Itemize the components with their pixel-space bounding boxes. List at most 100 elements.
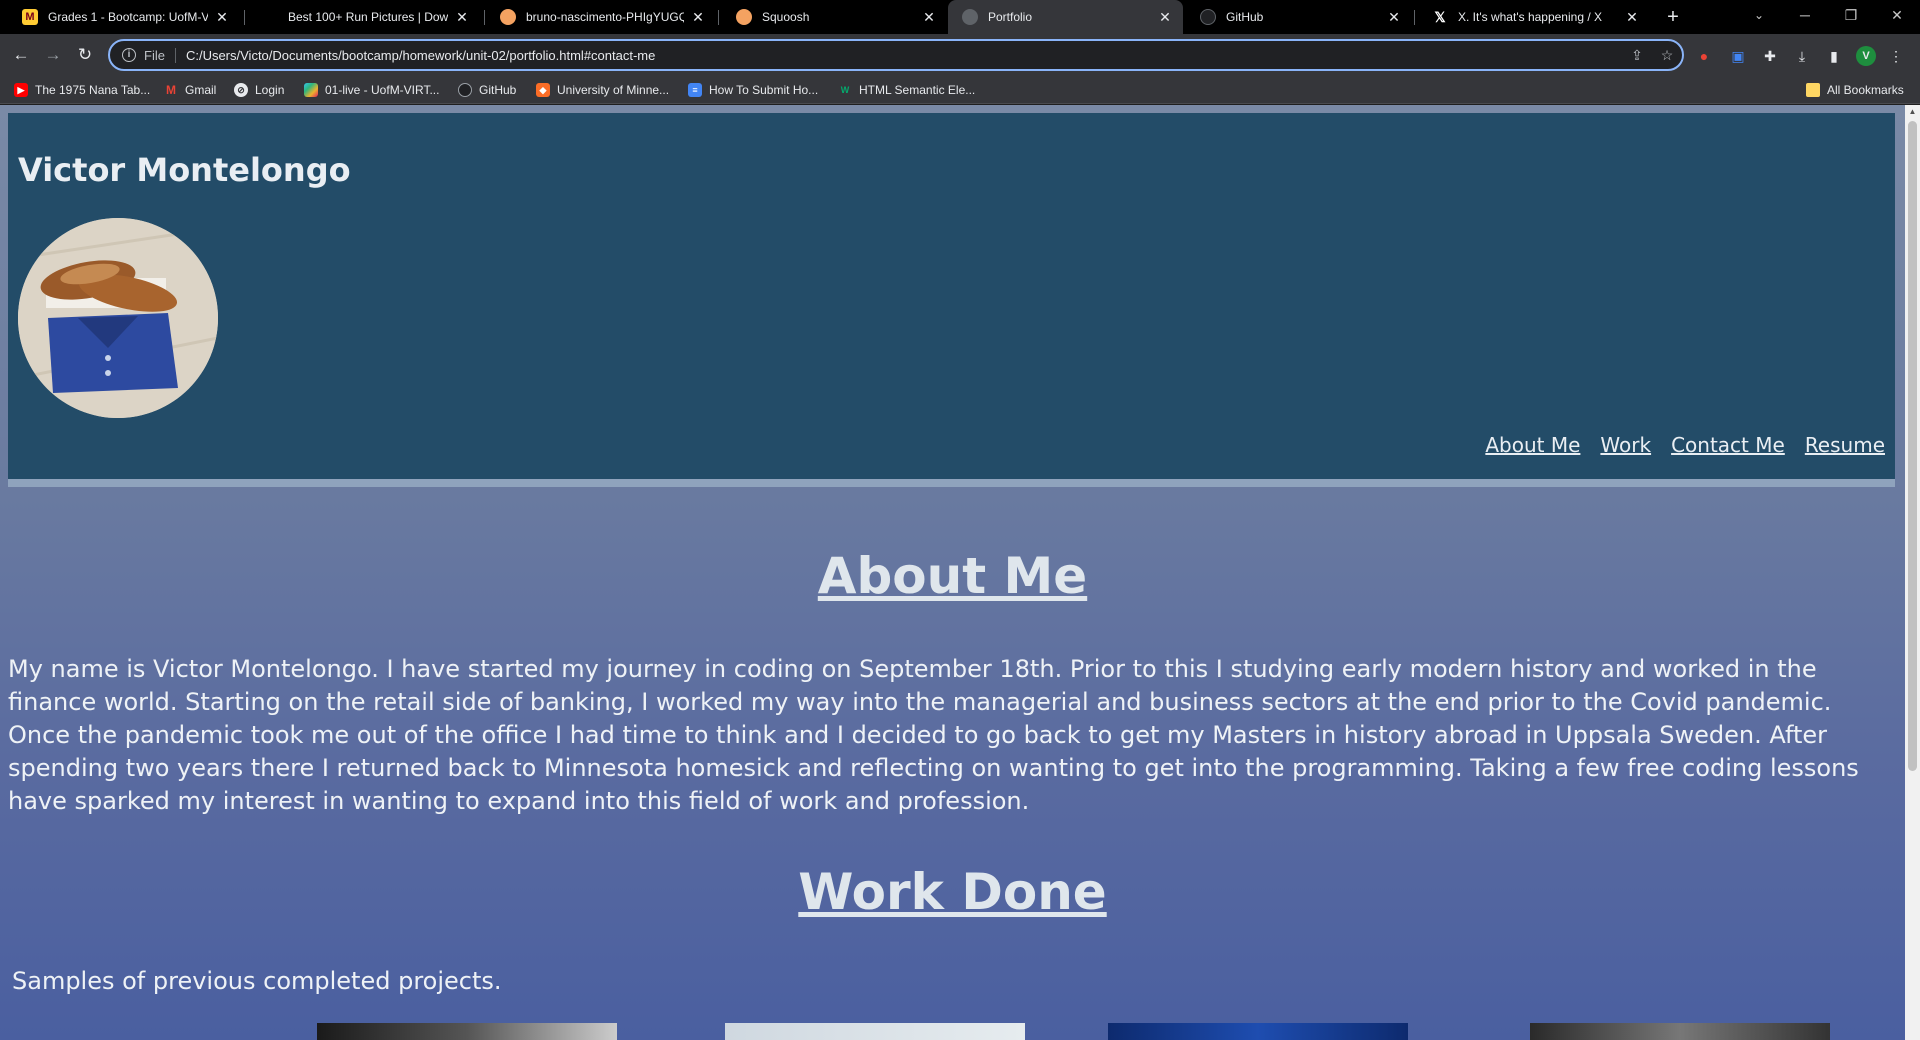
tab-divider bbox=[718, 10, 719, 25]
close-icon[interactable]: ✕ bbox=[454, 9, 470, 26]
work-subtitle: Samples of previous completed projects. bbox=[12, 967, 502, 995]
close-icon[interactable]: ✕ bbox=[214, 9, 230, 26]
bookmark-slack[interactable]: 01-live - UofM-VIRT... bbox=[304, 81, 439, 99]
bookmark-gmail[interactable]: M Gmail bbox=[164, 81, 216, 99]
tab-title: Portfolio bbox=[988, 10, 1033, 24]
all-bookmarks[interactable]: All Bookmarks bbox=[1806, 81, 1904, 99]
project-thumbnail[interactable] bbox=[1108, 1023, 1408, 1040]
gmail-icon: M bbox=[166, 83, 176, 97]
new-tab-button[interactable]: + bbox=[1660, 4, 1686, 30]
bookmark-login[interactable]: ⊘ Login bbox=[234, 81, 284, 99]
profile-avatar[interactable]: V bbox=[1856, 46, 1876, 66]
tab-grades[interactable]: M Grades 1 - Bootcamp: UofM-VIR ✕ bbox=[8, 0, 240, 34]
side-panel-icon[interactable]: ▮ bbox=[1824, 46, 1844, 66]
unsplash-icon bbox=[262, 9, 278, 25]
bookmark-label: Gmail bbox=[185, 83, 217, 97]
menu-kebab-icon[interactable]: ⋮ bbox=[1886, 46, 1906, 66]
tab-title: Best 100+ Run Pictures | Downl bbox=[288, 10, 448, 24]
reload-button[interactable]: ↻ bbox=[72, 43, 98, 69]
bookmark-label: Login bbox=[255, 83, 285, 97]
bookmark-umn[interactable]: ◆ University of Minne... bbox=[536, 81, 669, 99]
folder-icon bbox=[1806, 83, 1820, 97]
login-icon: ⊘ bbox=[234, 83, 248, 97]
tab-portfolio[interactable]: Portfolio ✕ bbox=[948, 0, 1183, 34]
bookmark-how-to-submit[interactable]: ≡ How To Submit Ho... bbox=[688, 81, 818, 99]
bookmark-label: How To Submit Ho... bbox=[709, 83, 819, 97]
tab-bruno[interactable]: bruno-nascimento-PHIgYUGQP ✕ bbox=[486, 0, 716, 34]
tab-divider bbox=[1414, 10, 1415, 25]
main-nav: About Me Work Contact Me Resume bbox=[1485, 433, 1885, 457]
bookmark-label: HTML Semantic Ele... bbox=[859, 83, 976, 97]
bookmark-label: The 1975 Nana Tab... bbox=[35, 83, 151, 97]
restore-button[interactable]: ❐ bbox=[1828, 0, 1874, 30]
tab-title: GitHub bbox=[1226, 10, 1264, 24]
extension-screenshot-icon[interactable]: ▣ bbox=[1728, 46, 1748, 66]
back-button[interactable]: ← bbox=[8, 43, 34, 69]
page-scrollbar[interactable]: ▲ bbox=[1905, 105, 1920, 1040]
github-icon bbox=[458, 83, 472, 97]
extensions-puzzle-icon[interactable]: ✚ bbox=[1760, 46, 1780, 66]
close-icon[interactable]: ✕ bbox=[1624, 9, 1640, 26]
tab-title: bruno-nascimento-PHIgYUGQP bbox=[526, 10, 684, 24]
nav-about-me[interactable]: About Me bbox=[1485, 433, 1580, 457]
project-thumbnail[interactable] bbox=[1530, 1023, 1830, 1040]
bookmark-label: GitHub bbox=[479, 83, 517, 97]
x-icon: 𝕏 bbox=[1434, 9, 1446, 25]
profile-photo bbox=[18, 218, 218, 418]
work-heading: Work Done bbox=[798, 863, 1107, 921]
tab-divider bbox=[484, 10, 485, 25]
about-heading: About Me bbox=[817, 547, 1088, 605]
w3-icon: W bbox=[840, 85, 850, 95]
bookmark-html-semantic[interactable]: W HTML Semantic Ele... bbox=[838, 81, 976, 99]
share-icon[interactable]: ⇪ bbox=[1622, 47, 1652, 64]
docs-icon: ≡ bbox=[688, 83, 702, 97]
address-bar[interactable]: i File C:/Users/Victo/Documents/bootcamp… bbox=[108, 39, 1684, 71]
bookmark-star-icon[interactable]: ☆ bbox=[1652, 47, 1682, 64]
tab-title: X. It's what's happening / X bbox=[1458, 10, 1602, 24]
scroll-up-arrow-icon[interactable]: ▲ bbox=[1905, 105, 1920, 119]
page-viewport: Victor Montelongo About Me Work Contact … bbox=[0, 105, 1905, 1040]
tab-run-pictures[interactable]: Best 100+ Run Pictures | Downl ✕ bbox=[248, 0, 480, 34]
tab-divider bbox=[244, 10, 245, 25]
site-header: Victor Montelongo About Me Work Contact … bbox=[8, 113, 1895, 487]
gitlab-icon: ◆ bbox=[536, 83, 550, 97]
extension-record-icon[interactable]: ● bbox=[1694, 46, 1714, 66]
minimize-button[interactable]: ─ bbox=[1782, 0, 1828, 30]
all-bookmarks-label: All Bookmarks bbox=[1827, 83, 1904, 97]
nav-work[interactable]: Work bbox=[1600, 433, 1651, 457]
scrollbar-thumb[interactable] bbox=[1908, 121, 1917, 771]
project-thumbnail[interactable] bbox=[725, 1023, 1025, 1040]
close-icon[interactable]: ✕ bbox=[1386, 9, 1402, 26]
tab-strip: M Grades 1 - Bootcamp: UofM-VIR ✕ Best 1… bbox=[0, 0, 1920, 34]
site-title: Victor Montelongo bbox=[18, 151, 351, 189]
bookmark-label: 01-live - UofM-VIRT... bbox=[325, 83, 440, 97]
tab-github[interactable]: GitHub ✕ bbox=[1186, 0, 1412, 34]
close-icon[interactable]: ✕ bbox=[1157, 9, 1173, 26]
forward-button[interactable]: → bbox=[40, 43, 66, 69]
project-thumbnail[interactable] bbox=[317, 1023, 617, 1040]
nav-contact-me[interactable]: Contact Me bbox=[1671, 433, 1785, 457]
close-icon[interactable]: ✕ bbox=[921, 9, 937, 26]
browser-toolbar: ← → ↻ i File C:/Users/Victo/Documents/bo… bbox=[0, 34, 1920, 76]
tab-squoosh[interactable]: Squoosh ✕ bbox=[722, 0, 947, 34]
github-icon bbox=[1200, 9, 1216, 25]
bookmark-github[interactable]: GitHub bbox=[458, 81, 516, 99]
download-icon[interactable]: ⤓ bbox=[1792, 46, 1812, 66]
close-window-button[interactable]: ✕ bbox=[1874, 0, 1920, 30]
youtube-icon: ▶ bbox=[14, 83, 28, 97]
url-text[interactable]: C:/Users/Victo/Documents/bootcamp/homewo… bbox=[186, 48, 1622, 63]
tab-search-icon[interactable]: ⌄ bbox=[1736, 0, 1782, 30]
bookmark-1975[interactable]: ▶ The 1975 Nana Tab... bbox=[14, 81, 150, 99]
globe-icon bbox=[962, 9, 978, 25]
tab-x[interactable]: 𝕏 X. It's what's happening / X ✕ bbox=[1418, 0, 1650, 34]
canvas-icon: M bbox=[22, 9, 38, 25]
squoosh-icon bbox=[736, 9, 752, 25]
about-paragraph: My name is Victor Montelongo. I have sta… bbox=[8, 655, 1859, 815]
slack-icon bbox=[304, 83, 318, 97]
close-icon[interactable]: ✕ bbox=[690, 9, 706, 26]
nav-resume[interactable]: Resume bbox=[1805, 433, 1885, 457]
info-icon[interactable]: i bbox=[122, 48, 136, 62]
bookmark-label: University of Minne... bbox=[557, 83, 670, 97]
tab-title: Grades 1 - Bootcamp: UofM-VIR bbox=[48, 10, 208, 24]
bookmarks-bar: ▶ The 1975 Nana Tab... M Gmail ⊘ Login 0… bbox=[0, 76, 1920, 104]
